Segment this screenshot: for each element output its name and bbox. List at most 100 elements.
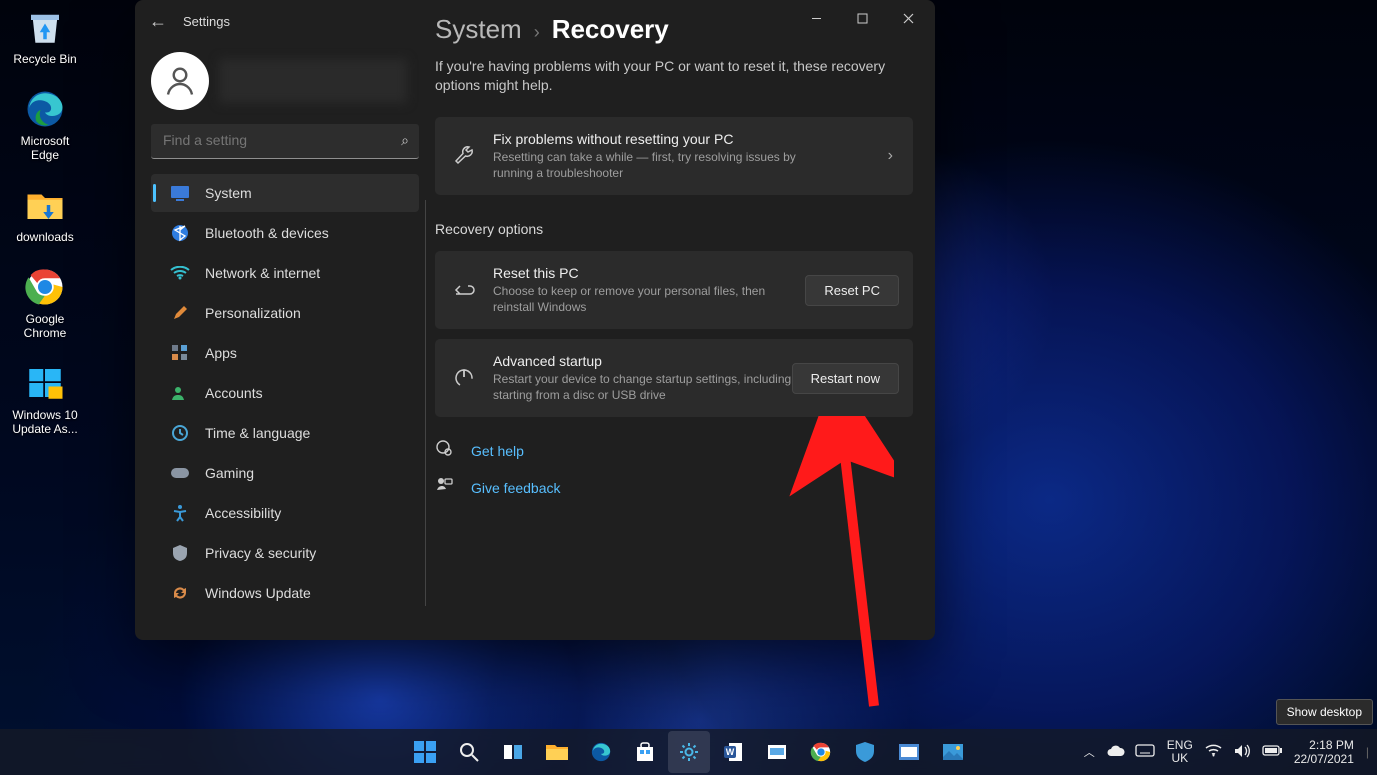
explorer-button[interactable]	[536, 731, 578, 773]
taskbar: W ︿ ENG UK 2:18 PM 22/07/2021 |	[0, 729, 1377, 775]
recovery-options-label: Recovery options	[435, 221, 913, 237]
nav-item-update[interactable]: Windows Update	[151, 574, 419, 612]
reset-pc-card: Reset this PC Choose to keep or remove y…	[435, 251, 913, 329]
card-desc: Restart your device to change startup se…	[493, 371, 792, 403]
back-button[interactable]: ←	[149, 11, 167, 32]
settings-taskbar-button[interactable]	[668, 731, 710, 773]
onedrive-icon[interactable]	[1107, 745, 1125, 760]
update-icon	[169, 583, 191, 603]
desktop-icon-recycle-bin[interactable]: Recycle Bin	[5, 6, 85, 66]
card-title: Reset this PC	[493, 265, 805, 281]
nav-item-apps[interactable]: Apps	[151, 334, 419, 372]
desktop-icon-edge[interactable]: Microsoft Edge	[5, 88, 85, 162]
start-button[interactable]	[404, 731, 446, 773]
accounts-icon	[169, 383, 191, 403]
volume-icon[interactable]	[1234, 744, 1250, 761]
store-button[interactable]	[624, 731, 666, 773]
clock[interactable]: 2:18 PM 22/07/2021	[1294, 738, 1354, 766]
tray-chevron-icon[interactable]: ︿	[1084, 744, 1095, 760]
help-links: Get help Give feedback	[435, 439, 913, 499]
nav-item-privacy[interactable]: Privacy & security	[151, 534, 419, 572]
search-taskbar-button[interactable]	[448, 731, 490, 773]
card-title: Fix problems without resetting your PC	[493, 131, 882, 147]
windows-update-icon	[24, 362, 66, 404]
desktop-icons: Recycle Bin Microsoft Edge downloads Goo…	[0, 0, 90, 458]
search-box[interactable]: ⌕	[151, 124, 419, 159]
intro-text: If you're having problems with your PC o…	[435, 57, 905, 95]
settings-window: ← Settings ⌕ System Bluetooth & dev	[135, 0, 935, 640]
nav-item-accounts[interactable]: Accounts	[151, 374, 419, 412]
security-button[interactable]	[844, 731, 886, 773]
nav-item-bluetooth[interactable]: Bluetooth & devices	[151, 214, 419, 252]
nav-item-accessibility[interactable]: Accessibility	[151, 494, 419, 532]
desktop-icon-win10-update[interactable]: Windows 10 Update As...	[5, 362, 85, 436]
wifi-icon	[169, 263, 191, 283]
keyboard-icon[interactable]	[1135, 744, 1155, 760]
profile-area[interactable]	[151, 52, 425, 110]
content-area: System › Recovery If you're having probl…	[435, 12, 915, 630]
chrome-icon	[24, 266, 66, 308]
brush-icon	[169, 303, 191, 323]
nav-label: Personalization	[205, 305, 301, 321]
folder-icon	[24, 184, 66, 226]
nav-item-network[interactable]: Network & internet	[151, 254, 419, 292]
recycle-bin-icon	[24, 6, 66, 48]
fix-problems-card[interactable]: Fix problems without resetting your PC R…	[435, 117, 913, 195]
get-help-link[interactable]: Get help	[435, 439, 913, 462]
page-title: Recovery	[552, 14, 669, 45]
nav-item-gaming[interactable]: Gaming	[151, 454, 419, 492]
restart-now-button[interactable]: Restart now	[792, 363, 899, 394]
card-title: Advanced startup	[493, 353, 792, 369]
feedback-link[interactable]: Give feedback	[435, 476, 913, 499]
window-title: Settings	[183, 14, 230, 29]
word-button[interactable]: W	[712, 731, 754, 773]
edge-icon	[24, 88, 66, 130]
card-desc: Resetting can take a while — first, try …	[493, 149, 803, 181]
gaming-icon	[169, 463, 191, 483]
nav-label: Privacy & security	[205, 545, 316, 561]
sidebar: ⌕ System Bluetooth & devices Network & i…	[145, 48, 425, 634]
search-input[interactable]	[151, 124, 419, 156]
nav-item-system[interactable]: System	[151, 174, 419, 212]
desktop-icon-label: Recycle Bin	[13, 52, 76, 66]
desktop-icon-downloads[interactable]: downloads	[5, 184, 85, 244]
chevron-right-icon: ›	[888, 147, 893, 165]
reset-pc-button[interactable]: Reset PC	[805, 275, 899, 306]
accessibility-icon	[169, 503, 191, 523]
battery-icon[interactable]	[1262, 745, 1282, 759]
mail-button[interactable]	[888, 731, 930, 773]
avatar	[151, 52, 209, 110]
nav-label: System	[205, 185, 252, 201]
nav-item-personalization[interactable]: Personalization	[151, 294, 419, 332]
nav-label: Apps	[205, 345, 237, 361]
system-icon	[169, 183, 191, 203]
wifi-tray-icon[interactable]	[1205, 744, 1222, 760]
chevron-right-icon: ›	[534, 22, 540, 43]
taskview-button[interactable]	[492, 731, 534, 773]
breadcrumb: System › Recovery	[435, 14, 913, 45]
nav-label: Accessibility	[205, 505, 281, 521]
nav-label: Gaming	[205, 465, 254, 481]
link-label: Give feedback	[471, 480, 561, 496]
desktop-icon-label: Windows 10 Update As...	[5, 408, 85, 436]
feedback-icon	[435, 476, 457, 499]
show-desktop-tooltip: Show desktop	[1276, 699, 1373, 725]
desktop-icon-label: Microsoft Edge	[5, 134, 85, 162]
snip-button[interactable]	[756, 731, 798, 773]
desktop-icon-chrome[interactable]: Google Chrome	[5, 266, 85, 340]
desktop-icon-label: Google Chrome	[5, 312, 85, 340]
system-tray: ︿ ENG UK 2:18 PM 22/07/2021 |	[1084, 738, 1369, 766]
chrome-taskbar-button[interactable]	[800, 731, 842, 773]
breadcrumb-parent[interactable]: System	[435, 14, 522, 45]
nav-label: Bluetooth & devices	[205, 225, 329, 241]
search-icon: ⌕	[401, 132, 409, 149]
bluetooth-icon	[169, 223, 191, 243]
reset-icon	[449, 278, 479, 302]
sidebar-divider	[425, 200, 426, 606]
photos-button[interactable]	[932, 731, 974, 773]
nav-item-time[interactable]: Time & language	[151, 414, 419, 452]
edge-taskbar-button[interactable]	[580, 731, 622, 773]
desktop-icon-label: downloads	[16, 230, 73, 244]
advanced-startup-card: Advanced startup Restart your device to …	[435, 339, 913, 417]
language-indicator[interactable]: ENG UK	[1167, 739, 1193, 765]
